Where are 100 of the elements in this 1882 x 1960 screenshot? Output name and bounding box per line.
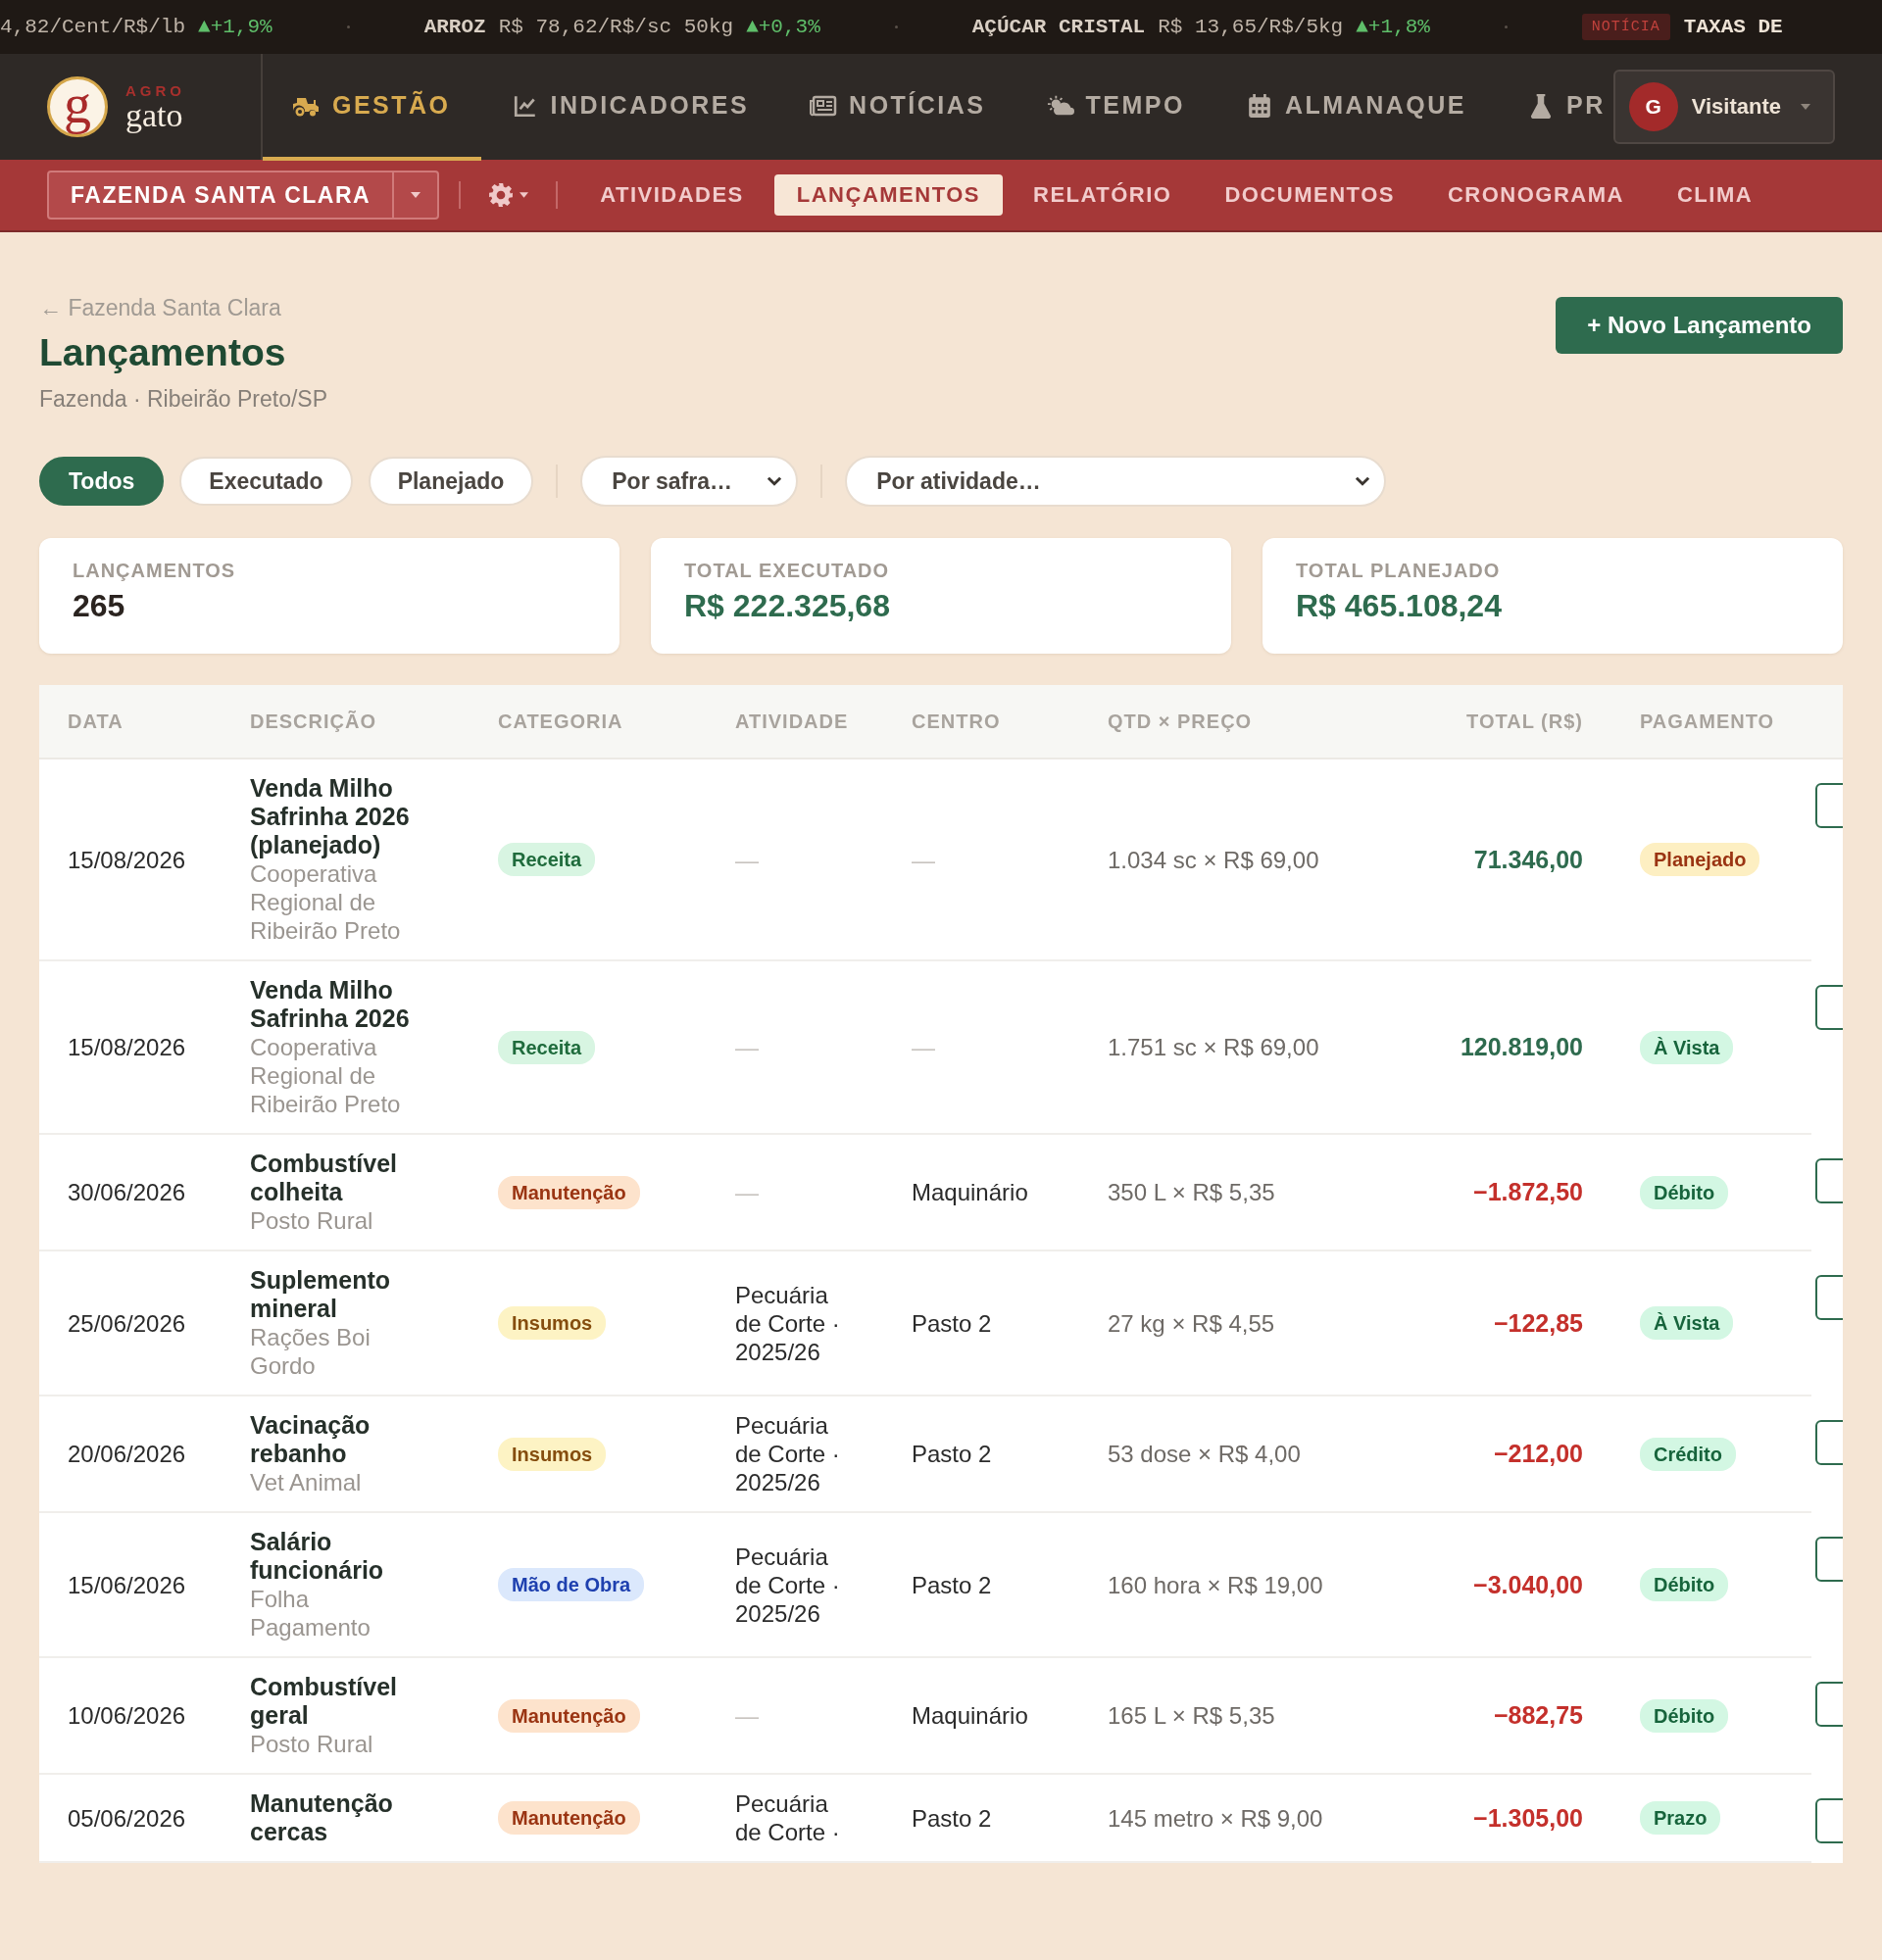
stat-value: 265: [73, 588, 126, 624]
supplier-text: Cooperativa Regional de Ribeirão Preto: [250, 859, 402, 945]
user-menu-button[interactable]: G Visitante: [1612, 70, 1835, 144]
nav-tab[interactable]: TEMPO: [1015, 54, 1215, 161]
category-tag: Mão de Obra: [498, 1568, 645, 1601]
date-cell: 15/08/2026: [39, 961, 222, 1135]
category-tag: Receita: [498, 843, 596, 876]
chevron-down-icon: [1355, 476, 1371, 486]
description-text: Manutenção cercas: [250, 1789, 394, 1846]
payment-tag: Prazo: [1640, 1801, 1721, 1835]
center-cell: Maquinário: [883, 1658, 1079, 1775]
description-text: Combustível geral: [250, 1673, 399, 1730]
date-cell: 20/06/2026: [39, 1396, 222, 1513]
logo-tagline: AGRO: [125, 81, 185, 99]
caret-icon: [1801, 104, 1810, 110]
action-button[interactable]: [1815, 1158, 1843, 1203]
section-tab[interactable]: LANÇAMENTOS: [773, 174, 1003, 216]
settings-icon: [488, 182, 515, 208]
description-text: Suplemento mineral: [250, 1266, 392, 1323]
category-tag: Manutenção: [498, 1698, 640, 1733]
date-cell: 25/06/2026: [39, 1251, 222, 1396]
category-tag: Receita: [498, 1030, 596, 1064]
section-tab[interactable]: DOCUMENTOS: [1202, 174, 1417, 216]
total-cell: −122,85: [1372, 1251, 1611, 1396]
stat-value: R$ 222.325,68: [684, 588, 891, 624]
action-button[interactable]: [1815, 985, 1843, 1030]
column-header: QTD × PREÇO: [1107, 710, 1254, 733]
center-cell: Pasto 2: [883, 1251, 1079, 1396]
nav-tab[interactable]: PR: [1496, 54, 1610, 161]
filter-chip[interactable]: Todos: [39, 457, 165, 506]
supplier-text: Folha Pagamento: [250, 1585, 371, 1642]
quantity-price-cell: 160 hora × R$ 19,00: [1079, 1513, 1372, 1658]
center-cell: Pasto 2: [883, 1513, 1079, 1658]
ticker-headline: TAXAS DE: [1683, 16, 1783, 38]
quantity-price-cell: 1.751 sc × R$ 69,00: [1079, 961, 1372, 1135]
column-header: CENTRO: [911, 710, 1002, 733]
user-avatar: G: [1628, 82, 1678, 131]
center-cell: —: [883, 760, 1079, 961]
action-button[interactable]: [1815, 783, 1843, 828]
payment-tag: À Vista: [1640, 1030, 1734, 1064]
date-cell: 10/06/2026: [39, 1658, 222, 1775]
description-text: Vacinação rebanho: [250, 1411, 371, 1468]
nav-tab[interactable]: ALMANAQUE: [1214, 54, 1497, 161]
section-tab[interactable]: CRONOGRAMA: [1424, 174, 1647, 216]
nav-tab[interactable]: INDICADORES: [480, 54, 780, 161]
total-cell: −3.040,00: [1372, 1513, 1611, 1658]
ticker-price: R$ 13,65/R$/5kg: [1158, 16, 1344, 38]
section-tab[interactable]: RELATÓRIO: [1011, 174, 1195, 216]
activity-cell: Pecuária de Corte · 2025/26: [707, 1251, 883, 1396]
quantity-price-cell: 145 metro × R$ 9,00: [1079, 1775, 1372, 1863]
logo-mark: g: [47, 76, 108, 137]
new-entry-button[interactable]: + Novo Lançamento: [1556, 297, 1843, 354]
separator-dot: [346, 25, 350, 28]
total-cell: −882,75: [1372, 1658, 1611, 1775]
action-button[interactable]: [1815, 1275, 1843, 1320]
stat-value: R$ 465.108,24: [1296, 588, 1503, 624]
center-cell: Pasto 2: [883, 1396, 1079, 1513]
supplier-text: Rações Boi Gordo: [250, 1323, 371, 1380]
date-cell: 15/08/2026: [39, 760, 222, 961]
activity-cell: —: [707, 760, 883, 961]
farm-select[interactable]: FAZENDA SANTA CLARA: [47, 171, 440, 220]
supplier-text: Vet Animal: [250, 1468, 363, 1496]
ticker-price: 4,82/Cent/R$/lb: [0, 16, 186, 38]
category-tag: Manutenção: [498, 1801, 640, 1835]
section-tab[interactable]: ATIVIDADES: [577, 174, 767, 216]
filter-chip[interactable]: Executado: [179, 457, 353, 506]
ticker-change: ▲+0,3%: [746, 16, 820, 38]
action-button[interactable]: [1815, 1682, 1843, 1727]
action-button[interactable]: [1815, 1420, 1843, 1465]
chevron-down-icon: [767, 476, 783, 486]
date-cell: 30/06/2026: [39, 1135, 222, 1251]
stat-label: TOTAL EXECUTADO: [684, 560, 891, 582]
filter-chip[interactable]: Planejado: [368, 457, 534, 506]
supplier-text: Cooperativa Regional de Ribeirão Preto: [250, 1033, 402, 1118]
category-tag: Insumos: [498, 1306, 607, 1340]
news-badge: NOTÍCIA: [1581, 14, 1670, 40]
filter-dropdown[interactable]: Por atividade…: [845, 456, 1387, 507]
ticker-commodity: AÇÚCAR CRISTAL: [971, 16, 1146, 38]
ticker-price: R$ 78,62/R$/sc 50kg: [498, 16, 734, 38]
quantity-price-cell: 1.034 sc × R$ 69,00: [1079, 760, 1372, 961]
caret-icon: [520, 192, 529, 198]
activity-cell: —: [707, 961, 883, 1135]
ticker-commodity: ARROZ: [423, 16, 486, 38]
action-button[interactable]: [1815, 1798, 1843, 1843]
payment-tag: Débito: [1640, 1698, 1729, 1733]
nav-tab[interactable]: NOTÍCIAS: [779, 54, 1016, 161]
separator-dot: [1504, 25, 1508, 28]
center-cell: —: [883, 961, 1079, 1135]
logo-name: gato: [125, 98, 184, 132]
page-title: Lançamentos: [39, 331, 286, 374]
column-header: DATA: [67, 710, 124, 733]
date-cell: 05/06/2026: [39, 1775, 222, 1863]
column-header: CATEGORIA: [497, 710, 624, 733]
date-cell: 15/06/2026: [39, 1513, 222, 1658]
section-tab[interactable]: CLIMA: [1654, 174, 1776, 216]
total-cell: −212,00: [1372, 1396, 1611, 1513]
quantity-price-cell: 350 L × R$ 5,35: [1079, 1135, 1372, 1251]
activity-cell: Pecuária de Corte · 2025/26: [707, 1396, 883, 1513]
filter-dropdown[interactable]: Por safra…: [580, 456, 799, 507]
action-button[interactable]: [1815, 1537, 1843, 1582]
